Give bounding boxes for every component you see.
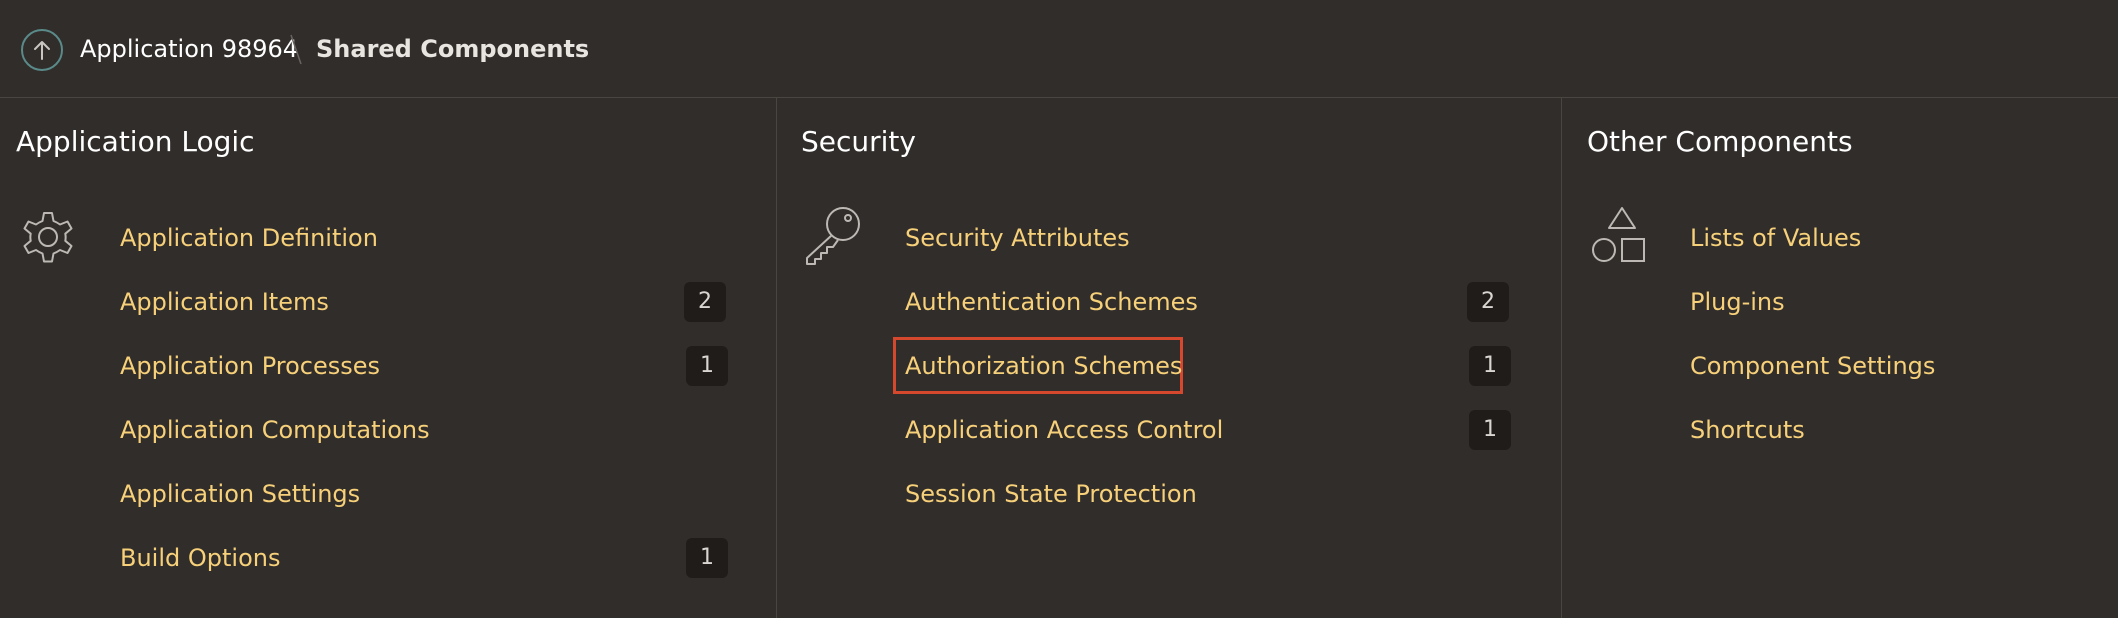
column-title: Application Logic	[16, 125, 255, 158]
column-title: Security	[801, 125, 916, 158]
page-title: Shared Components	[316, 35, 590, 63]
link-application-access-control[interactable]: Application Access Control	[905, 413, 1223, 447]
link-application-computations[interactable]: Application Computations	[120, 413, 430, 447]
column-application-logic: Application Logic Application Definition…	[0, 98, 776, 618]
breadcrumb-separator	[290, 34, 302, 65]
link-application-definition[interactable]: Application Definition	[120, 221, 378, 255]
arrow-up-icon	[34, 41, 50, 60]
link-security-attributes[interactable]: Security Attributes	[905, 221, 1130, 255]
link-application-settings[interactable]: Application Settings	[120, 477, 360, 511]
link-shortcuts[interactable]: Shortcuts	[1690, 413, 1805, 447]
column-security: Security Security Attributes Authenticat…	[777, 98, 1561, 618]
count-badge: 1	[686, 346, 728, 386]
link-session-state-protection[interactable]: Session State Protection	[905, 477, 1197, 511]
link-lists-of-values[interactable]: Lists of Values	[1690, 221, 1861, 255]
gear-icon	[23, 212, 73, 263]
link-build-options[interactable]: Build Options	[120, 541, 280, 575]
column-title: Other Components	[1587, 125, 1853, 158]
count-badge: 2	[684, 282, 726, 322]
count-badge: 1	[1469, 410, 1511, 450]
link-plug-ins[interactable]: Plug-ins	[1690, 285, 1785, 319]
link-component-settings[interactable]: Component Settings	[1690, 349, 1935, 383]
key-icon	[806, 207, 860, 265]
link-authentication-schemes[interactable]: Authentication Schemes	[905, 285, 1198, 319]
count-badge: 1	[686, 538, 728, 578]
breadcrumb-bar: Application 98964 Shared Components	[0, 0, 2118, 98]
count-badge: 1	[1469, 346, 1511, 386]
column-other-components: Other Components Lists of Values Plug-in…	[1562, 98, 2118, 618]
shapes-icon	[1592, 207, 1645, 262]
link-authorization-schemes[interactable]: Authorization Schemes	[905, 349, 1182, 383]
link-application-items[interactable]: Application Items	[120, 285, 329, 319]
count-badge: 2	[1467, 282, 1509, 322]
link-application-processes[interactable]: Application Processes	[120, 349, 380, 383]
navigate-up-button[interactable]	[21, 29, 63, 71]
breadcrumb-app-link[interactable]: Application 98964	[80, 32, 298, 66]
